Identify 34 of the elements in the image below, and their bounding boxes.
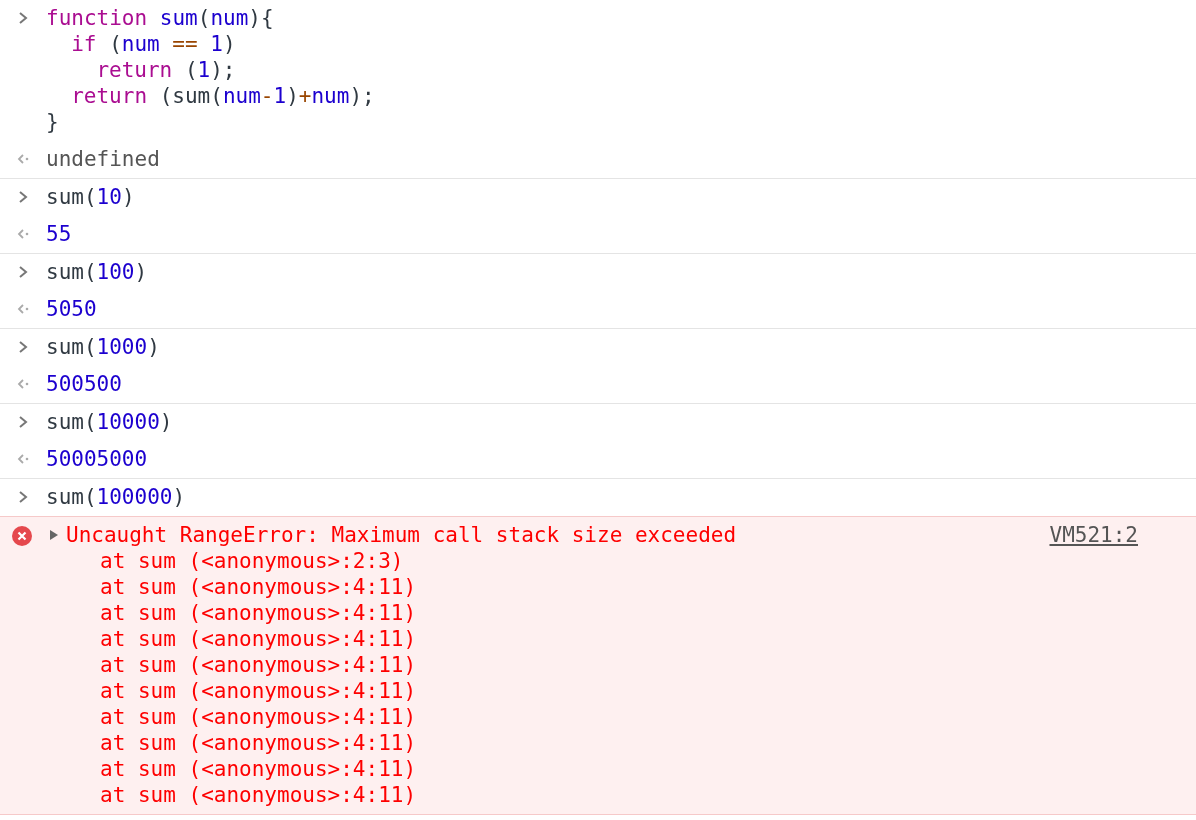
result-arrow-icon [16, 153, 30, 165]
stack-trace-line: at sum (<anonymous>:4:11) [100, 678, 418, 704]
code-line: if (num == 1) [71, 31, 237, 57]
code-line: sum(100) [46, 259, 148, 285]
stack-trace-line: at sum (<anonymous>:4:11) [100, 626, 418, 652]
result-value: 5050 [46, 296, 97, 322]
result-arrow-icon [16, 303, 30, 315]
result-value: 50005000 [46, 446, 148, 472]
code-line: function sum(num){ [46, 5, 275, 31]
stack-trace-line: at sum (<anonymous>:2:3) [100, 548, 405, 574]
code-line: } [46, 109, 60, 135]
code-line: sum(100000) [46, 484, 186, 510]
stack-trace-line: at sum (<anonymous>:4:11) [100, 652, 418, 678]
stack-trace-line: at sum (<anonymous>:4:11) [100, 782, 418, 808]
stack-trace-line: at sum (<anonymous>:4:11) [100, 756, 418, 782]
stack-trace-line: at sum (<anonymous>:4:11) [100, 704, 418, 730]
result-arrow-icon [16, 228, 30, 240]
error-icon [12, 526, 32, 546]
result-value: 500500 [46, 371, 122, 397]
stack-trace-line: at sum (<anonymous>:4:11) [100, 574, 418, 600]
stack-trace-line: at sum (<anonymous>:4:11) [100, 600, 418, 626]
code-line: return (sum(num-1)+num); [71, 83, 375, 109]
result-value: 55 [46, 221, 72, 247]
error-text: Uncaught RangeError: Maximum call stack size exceeded [66, 522, 737, 548]
code-line: sum(1000) [46, 334, 160, 360]
result-arrow-icon [16, 378, 30, 390]
source-link[interactable]: VM521:2 [1049, 522, 1138, 548]
code-line: sum(10) [46, 184, 135, 210]
expand-triangle-icon[interactable] [48, 528, 60, 542]
code-line: sum(10000) [46, 409, 173, 435]
result-arrow-icon [16, 453, 30, 465]
result-value: undefined [46, 146, 160, 172]
code-line: return (1); [96, 57, 237, 83]
stack-trace-line: at sum (<anonymous>:4:11) [100, 730, 418, 756]
